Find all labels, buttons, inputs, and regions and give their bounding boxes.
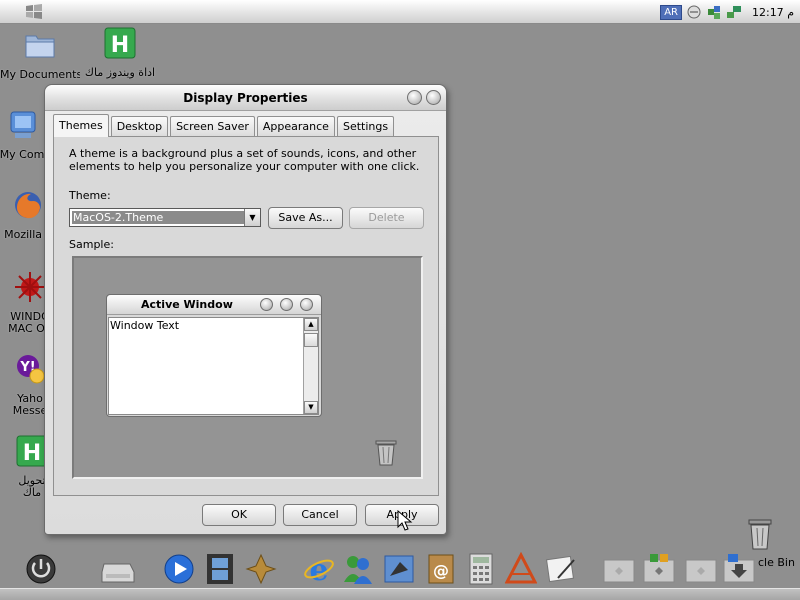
yahoo-icon: Y! (17, 355, 45, 384)
dropdown-arrow-icon[interactable]: ▼ (244, 209, 260, 226)
desktop-icon-label: اداة ويندوز ماك (84, 67, 156, 79)
scroll-up-icon: ▲ (304, 318, 318, 331)
dock: e @ (0, 550, 800, 600)
tab-bar: Themes Desktop Screen Saver Appearance S… (53, 114, 395, 137)
tab-screen-saver[interactable]: Screen Saver (170, 116, 255, 136)
status-icon[interactable] (686, 4, 702, 20)
network-icon[interactable] (706, 4, 722, 20)
sample-window-text: Window Text (110, 319, 180, 332)
sample-minimize-icon (260, 298, 273, 311)
sample-window-titlebar: Active Window (107, 295, 321, 315)
apps-folder-icon[interactable] (642, 552, 676, 586)
theme-description: A theme is a background plus a set of so… (69, 147, 420, 173)
computer-icon (10, 111, 36, 138)
tab-settings[interactable]: Settings (336, 116, 395, 136)
cancel-button[interactable]: Cancel (283, 504, 357, 526)
h-app-icon: H (104, 27, 136, 59)
preview-icon[interactable] (544, 552, 578, 586)
internet-explorer-icon[interactable]: e (302, 552, 336, 586)
clock[interactable]: 12:17 م (752, 6, 794, 19)
svg-text:@: @ (433, 561, 449, 580)
dialog-title: Display Properties (183, 91, 308, 105)
save-as-button[interactable]: Save As... (268, 207, 343, 229)
network-connection-icon[interactable] (726, 4, 742, 20)
menu-bar: AR 12:17 م (0, 0, 800, 24)
downloads-icon[interactable] (722, 552, 756, 586)
svg-text:H: H (111, 33, 129, 58)
tab-appearance[interactable]: Appearance (256, 116, 335, 136)
folder-icon (25, 35, 55, 58)
scroll-thumb (304, 333, 318, 347)
dialog-titlebar[interactable]: Display Properties (45, 85, 446, 111)
ok-button[interactable]: OK (202, 504, 276, 526)
folder-icon[interactable] (602, 552, 636, 586)
firefox-icon (15, 192, 41, 219)
system-tray: AR 12:17 م (660, 3, 794, 21)
messenger-icon[interactable] (341, 552, 375, 586)
quicktime-icon[interactable] (162, 552, 196, 586)
sample-window-title: Active Window (141, 298, 233, 311)
display-properties-dialog: Display Properties Themes Desktop Screen… (44, 84, 447, 535)
mail-icon[interactable] (382, 552, 416, 586)
language-indicator[interactable]: AR (660, 4, 682, 20)
recycle-bin-icon[interactable] (746, 517, 774, 551)
sample-label: Sample: (69, 238, 114, 251)
desktop-icon-label: My Documents (0, 69, 80, 81)
film-icon[interactable] (203, 552, 237, 586)
desktop-icon-my-documents[interactable]: My Documents (0, 28, 80, 81)
close-button[interactable] (426, 90, 441, 105)
spotlight-icon[interactable] (244, 552, 278, 586)
sample-maximize-icon (280, 298, 293, 311)
textedit-icon[interactable] (504, 552, 538, 586)
themes-panel: A theme is a background plus a set of so… (53, 136, 439, 496)
hard-drive-icon[interactable] (100, 558, 136, 586)
sample-preview: Active Window Window Text ▲ ▼ (72, 256, 423, 479)
tab-themes[interactable]: Themes (53, 114, 109, 137)
svg-text:H: H (23, 441, 41, 466)
tab-desktop[interactable]: Desktop (110, 116, 169, 136)
address-book-icon[interactable]: @ (424, 552, 458, 586)
sample-window-body: Window Text ▲ ▼ (108, 317, 319, 415)
svg-text:e: e (309, 553, 328, 586)
theme-dropdown[interactable]: MacOS-2.Theme ▼ (69, 208, 261, 227)
scroll-down-icon: ▼ (304, 401, 318, 414)
sample-active-window: Active Window Window Text ▲ ▼ (106, 294, 322, 417)
sample-scrollbar: ▲ ▼ (303, 318, 318, 414)
mouse-cursor-icon (397, 510, 413, 531)
power-icon[interactable] (24, 552, 58, 586)
delete-button[interactable]: Delete (349, 207, 424, 229)
folder-icon[interactable] (684, 552, 718, 586)
windows-logo-icon[interactable] (24, 2, 44, 20)
theme-label: Theme: (69, 189, 111, 202)
calculator-icon[interactable] (464, 552, 498, 586)
dock-shelf (0, 588, 800, 600)
help-button[interactable] (407, 90, 422, 105)
theme-dropdown-value: MacOS-2.Theme (72, 211, 244, 224)
desktop-icon-windows-mac-tool[interactable]: H اداة ويندوز ماك (80, 26, 160, 79)
virus-icon (15, 272, 45, 302)
sample-close-icon (300, 298, 313, 311)
sample-trash-icon (375, 440, 397, 466)
